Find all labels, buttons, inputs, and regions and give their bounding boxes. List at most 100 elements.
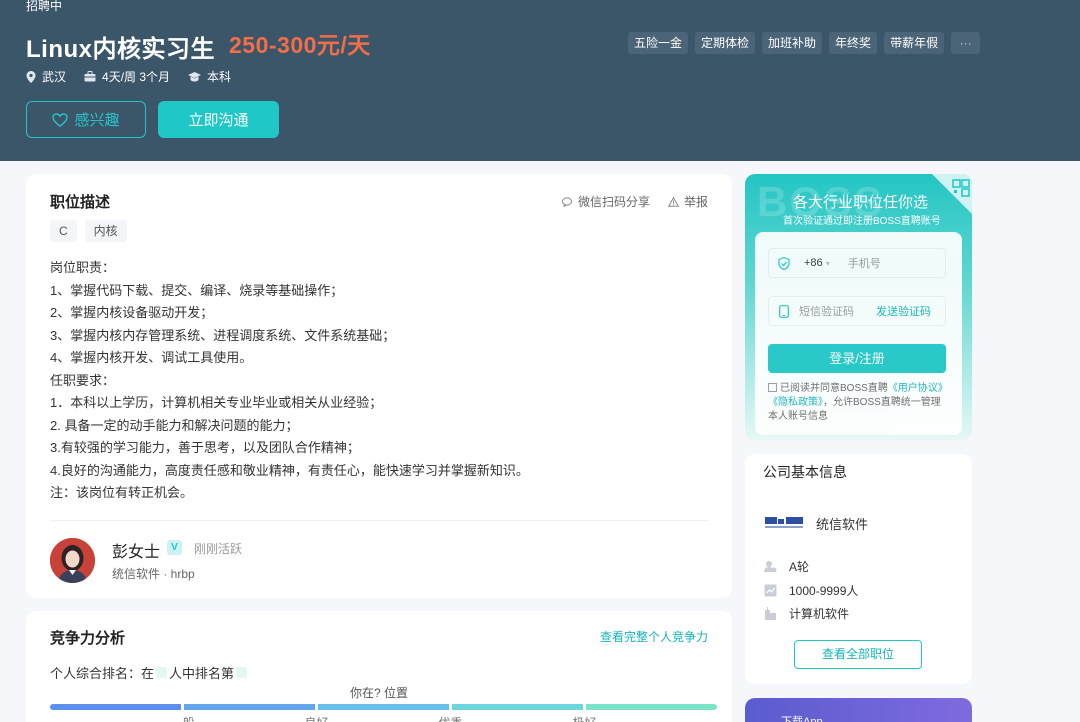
agreement-checkbox[interactable] <box>768 383 777 392</box>
recruiter-avatar[interactable] <box>50 538 95 583</box>
description-line: 1、掌握代码下载、提交、编译、烧录等基础操作； <box>50 282 344 298</box>
wechat-share-button[interactable]: 微信扫码分享 <box>562 193 650 210</box>
skill-tags: C 内核 <box>50 220 135 242</box>
description-line: 4.良好的沟通能力，高度责任感和敬业精神，有责任心，能快速学习并掌握新知识。 <box>50 462 529 478</box>
phone-input[interactable]: 手机号 <box>848 255 881 271</box>
job-meta: 武汉 4天/周 3个月 本科 <box>26 68 249 85</box>
location-icon <box>26 70 36 83</box>
company-name[interactable]: 统信软件 <box>816 514 868 533</box>
agreement-text: 已阅读并同意BOSS直聘《用户协议》《隐私政策》，允许BOSS直聘统一管理本人账… <box>768 382 948 424</box>
skill-tag: 内核 <box>84 220 127 242</box>
size-label: 1000-9999人 <box>789 584 859 598</box>
description-line: 4、掌握内核开发、调试工具使用。 <box>50 350 253 365</box>
graduation-cap-icon <box>188 71 202 81</box>
view-all-jobs-button[interactable]: 查看全部职位 <box>794 640 922 669</box>
country-code-select[interactable]: +86 ▾ <box>804 257 830 269</box>
meta-schedule-label: 4天/周 3个月 <box>102 70 171 84</box>
competitiveness-bar-segment <box>318 704 449 710</box>
description-line: 2、掌握内核设备驱动开发； <box>50 305 214 320</box>
chart-icon <box>764 584 777 597</box>
competitiveness-card: 竞争力分析 查看完整个人竞争力 个人综合排名：在 人中排名第 你在? 位置 一般… <box>26 611 732 722</box>
briefcase-icon <box>84 71 96 82</box>
meta-degree-label: 本科 <box>207 70 232 84</box>
recruiter-active-status: 刚刚活跃 <box>194 542 243 556</box>
interest-button-label: 感兴趣 <box>74 112 120 129</box>
sms-code-input[interactable]: 短信验证码 <box>799 303 854 319</box>
description-line: 任职要求： <box>50 372 116 388</box>
wechat-icon <box>562 196 572 207</box>
benefit-tag: 五险一金 <box>628 32 689 54</box>
position-label: 你在? 位置 <box>350 686 409 700</box>
download-app-card[interactable]: 下载App <box>745 698 972 722</box>
section-title: 竞争力分析 <box>50 630 126 647</box>
chat-button[interactable]: 立即沟通 <box>158 101 279 138</box>
company-info-card: 公司基本信息 统信软件 A轮 1000-9999人 计算机软件 查看全部职位 <box>745 454 972 684</box>
section-title: 公司基本信息 <box>763 464 847 480</box>
industry-label: 计算机软件 <box>789 607 850 621</box>
competitiveness-bar-segment <box>184 704 315 710</box>
chevron-down-icon: ▾ <box>825 259 830 268</box>
level-label: 优秀 <box>439 714 463 722</box>
share-label: 微信扫码分享 <box>578 195 651 209</box>
company-industry: 计算机软件 <box>764 605 849 622</box>
level-label: 一般 <box>171 714 195 722</box>
divider <box>50 520 709 521</box>
download-app-label: 下载App <box>781 716 823 722</box>
avatar-illustration <box>50 538 95 583</box>
job-description-card: 职位描述 微信扫码分享 举报 C 内核 岗位职责： 1、掌握代码下载、提交、编译… <box>26 174 732 598</box>
benefit-tags: 五险一金 定期体检 加班补助 年终奖 带薪年假 ··· <box>628 32 987 54</box>
report-button[interactable]: 举报 <box>668 193 708 210</box>
job-title: Linux内核实习生 <box>26 36 215 63</box>
report-label: 举报 <box>684 195 709 209</box>
benefit-tag: 加班补助 <box>762 32 823 54</box>
benefits-more-button[interactable]: ··· <box>951 32 981 54</box>
competitiveness-bar-segment <box>586 704 717 710</box>
company-logo[interactable] <box>765 515 803 531</box>
job-description-text: 岗位职责： 1、掌握代码下载、提交、编译、烧录等基础操作； 2、掌握内核设备驱动… <box>50 257 710 505</box>
login-title: 各大行业职位任你选 <box>793 194 929 211</box>
benefit-tag: 定期体检 <box>695 32 756 54</box>
user-agreement-link[interactable]: 《用户协议》 <box>888 383 948 394</box>
phone-icon <box>779 304 789 318</box>
level-label: 良好 <box>305 714 329 722</box>
benefit-tag: 带薪年假 <box>884 32 945 54</box>
company-size: 1000-9999人 <box>764 582 858 599</box>
job-status: 招聘中 <box>26 0 63 13</box>
meta-schedule: 4天/周 3个月 <box>84 68 170 85</box>
code-field[interactable]: 短信验证码 发送验证码 <box>768 296 946 326</box>
hidden-rank <box>236 667 248 678</box>
job-salary: 250-300元/天 <box>229 32 371 58</box>
view-competitiveness-link[interactable]: 查看完整个人竞争力 <box>600 628 708 645</box>
company-funding: A轮 <box>764 558 809 575</box>
warning-icon <box>668 196 679 207</box>
country-code-label: +86 <box>804 257 823 269</box>
description-line: 1．本科以上学历，计算机相关专业毕业或相关从业经验； <box>50 395 383 410</box>
login-card: BOSS 各大行业职位任你选 首次验证通过即注册BOSS直聘账号 +86 ▾ 手… <box>745 174 972 440</box>
description-line: 2. 具备一定的动手能力和解决问题的能力； <box>50 417 299 433</box>
hidden-count <box>156 667 168 678</box>
login-submit-button[interactable]: 登录/注册 <box>768 344 946 373</box>
competitiveness-bar-segment <box>50 704 181 710</box>
send-code-button[interactable]: 发送验证码 <box>876 303 931 319</box>
interest-button[interactable]: 感兴趣 <box>26 101 146 138</box>
shield-icon <box>778 256 790 270</box>
agree-prefix: 已阅读并同意BOSS直聘 <box>780 383 888 394</box>
funding-label: A轮 <box>789 560 810 574</box>
recruiter-company-role: 统信软件 · hrbp <box>112 567 195 581</box>
rank-prefix: 个人综合排名：在 <box>50 666 155 681</box>
qr-code-icon[interactable] <box>932 174 972 214</box>
section-title: 职位描述 <box>50 194 111 211</box>
description-line: 岗位职责： <box>50 260 116 275</box>
level-label: 极好 <box>573 714 597 722</box>
rank-text: 个人综合排名：在 人中排名第 <box>50 663 249 682</box>
privacy-policy-link[interactable]: 《隐私政策》 <box>768 397 823 408</box>
recruiter-name: 彭女士 <box>112 544 161 561</box>
verified-badge: V <box>167 540 182 555</box>
funding-icon <box>764 561 777 573</box>
meta-degree: 本科 <box>188 68 231 85</box>
login-subtitle: 首次验证通过即注册BOSS直聘账号 <box>783 216 941 227</box>
phone-field[interactable]: +86 ▾ 手机号 <box>768 248 946 278</box>
skill-tag: C <box>50 220 77 242</box>
description-line: 注：该岗位有转正机会。 <box>50 485 194 500</box>
login-form: +86 ▾ 手机号 短信验证码 发送验证码 登录/注册 已阅读并同意BOSS直聘… <box>755 232 962 435</box>
